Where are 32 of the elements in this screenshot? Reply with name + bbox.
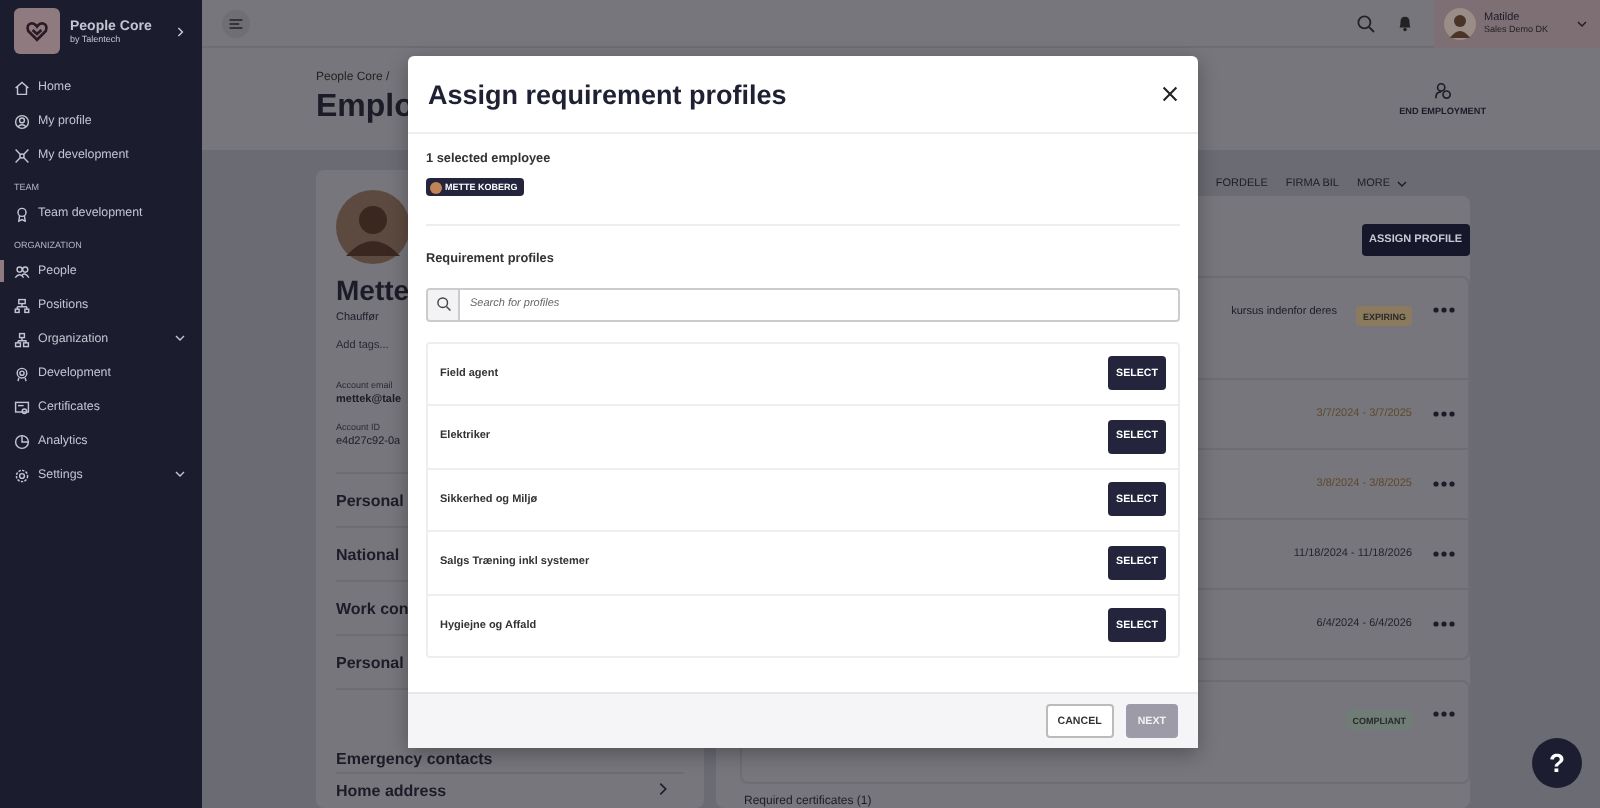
- pie-chart-icon: [14, 433, 30, 449]
- more-icon[interactable]: [1432, 550, 1456, 558]
- more-icon[interactable]: [1432, 620, 1456, 628]
- chevron-right-icon: [654, 779, 672, 797]
- employee-name: Mette: [336, 274, 410, 306]
- close-button[interactable]: [1162, 86, 1178, 102]
- person-icon: [1433, 82, 1452, 100]
- certificate-icon: [14, 399, 30, 415]
- chevron-right-icon: [172, 23, 188, 39]
- medal-icon: [14, 365, 30, 381]
- person-icon: [14, 113, 30, 129]
- more-icon[interactable]: [1432, 410, 1456, 418]
- avatar-icon: [1444, 7, 1476, 39]
- nodes-icon: [14, 147, 30, 163]
- home-icon: [14, 79, 30, 95]
- menu-button[interactable]: [222, 9, 250, 37]
- hierarchy-icon: [14, 297, 30, 313]
- dialog-title: Assign requirement profiles: [428, 79, 787, 109]
- menu-icon: [228, 15, 244, 31]
- settings-icon: [14, 467, 30, 483]
- avatar-icon: [336, 190, 410, 264]
- more-icon[interactable]: [1432, 306, 1456, 314]
- org-chart-icon: [14, 331, 30, 347]
- more-icon[interactable]: [1432, 480, 1456, 488]
- award-icon: [14, 205, 30, 221]
- search-icon[interactable]: [1356, 13, 1376, 33]
- more-icon[interactable]: [1432, 710, 1456, 718]
- people-icon: [14, 263, 30, 279]
- section-row[interactable]: Home address: [336, 772, 684, 806]
- search-icon: [426, 287, 460, 321]
- bell-icon[interactable]: [1396, 14, 1414, 32]
- logo-icon: [14, 8, 60, 54]
